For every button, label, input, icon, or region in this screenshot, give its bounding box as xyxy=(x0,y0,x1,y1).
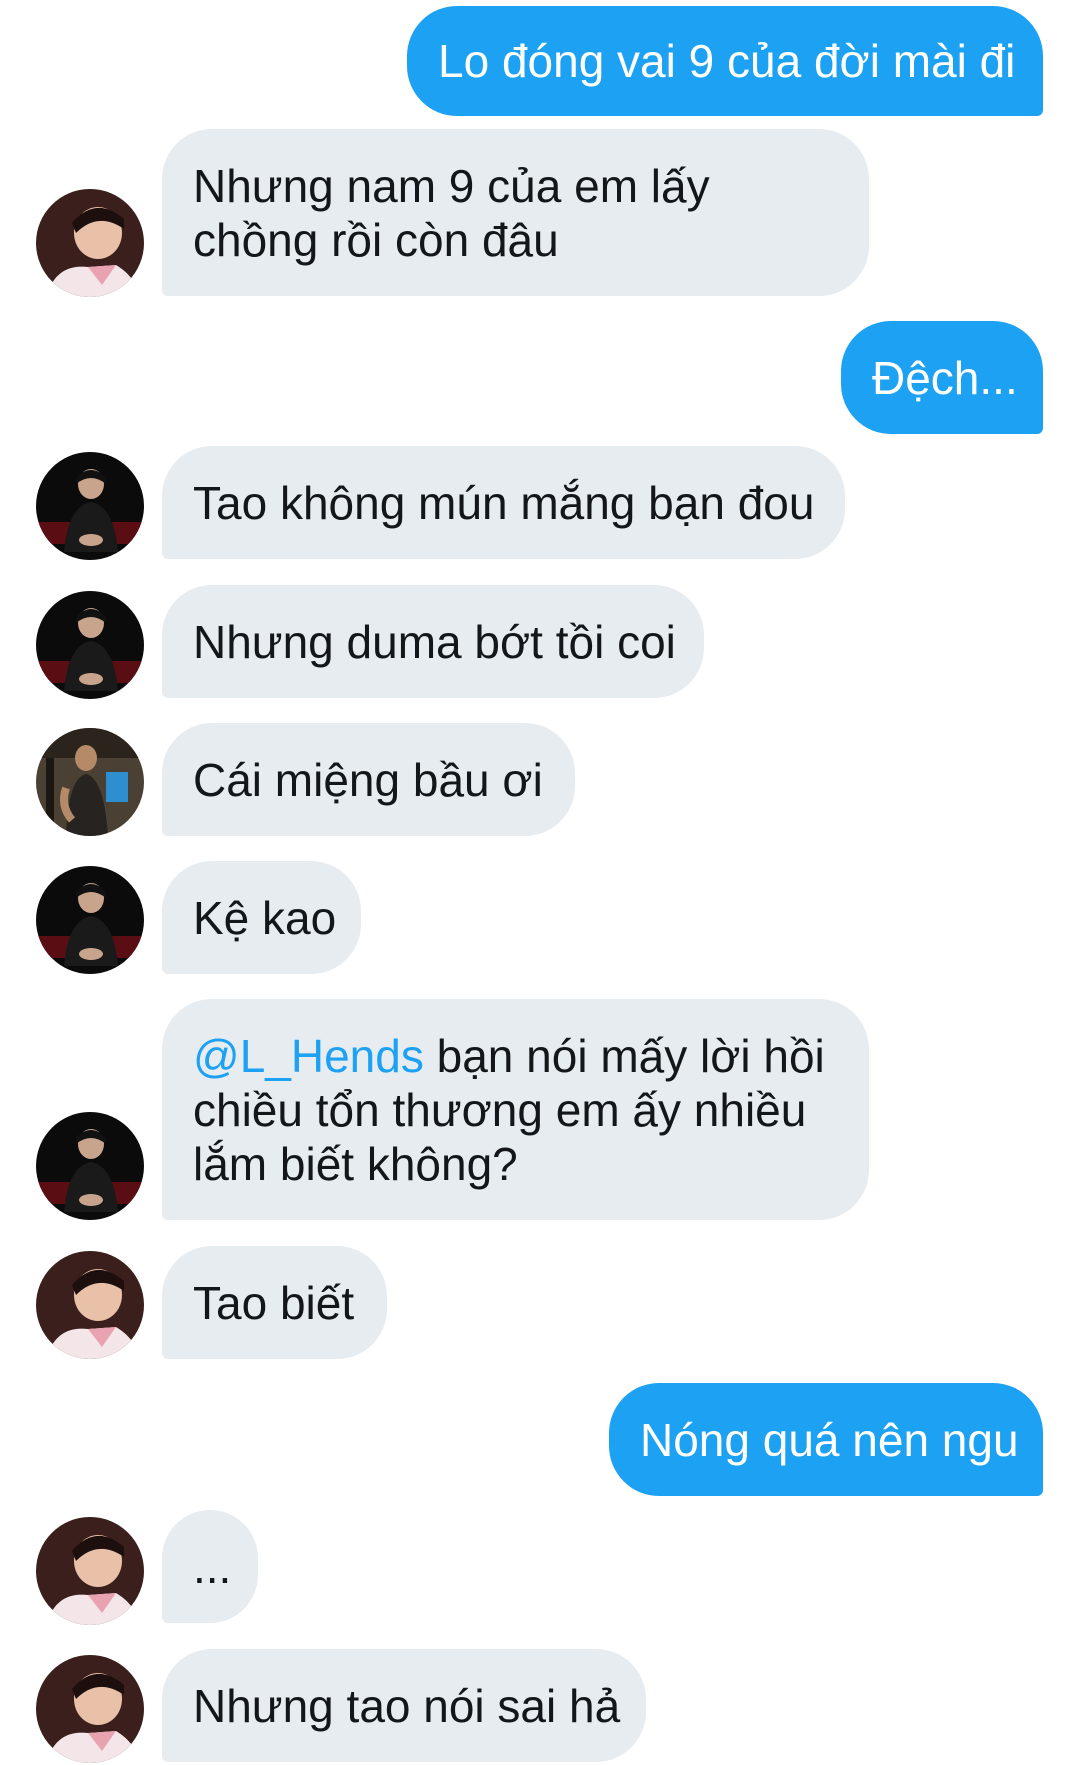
message-text: Kệ kao xyxy=(193,891,337,944)
message-text: ... xyxy=(193,1540,232,1593)
message-text: Lo đóng vai 9 của đời mài đi xyxy=(438,35,1016,87)
message-text: Nóng quá nên ngu xyxy=(640,1413,1019,1466)
incoming-message[interactable]: Kệ kao xyxy=(162,861,361,974)
message-text: Tao biết xyxy=(193,1276,355,1329)
avatar-icon[interactable] xyxy=(36,452,144,560)
incoming-message[interactable]: @L_Hends bạn nói mấy lời hồi chiều tổn t… xyxy=(162,999,869,1220)
incoming-message[interactable]: Nhưng tao nói sai hả xyxy=(162,1649,646,1762)
avatar-pink-image xyxy=(36,1251,144,1359)
incoming-message[interactable]: Tao biết xyxy=(162,1246,387,1359)
avatar-pink-image xyxy=(36,1655,144,1763)
avatar-gym-image xyxy=(36,728,144,836)
message-text: Nhưng nam 9 của em lấy chồng rồi còn đâu xyxy=(193,160,710,266)
avatar-pink-image xyxy=(36,189,144,297)
incoming-message[interactable]: ... xyxy=(162,1510,258,1623)
avatar-icon[interactable] xyxy=(36,1655,144,1763)
avatar-icon[interactable] xyxy=(36,728,144,836)
incoming-message[interactable]: Nhưng duma bớt tồi coi xyxy=(162,585,704,698)
mention-link[interactable]: @L_Hends xyxy=(193,1030,424,1082)
avatar-dark-image xyxy=(36,866,144,974)
outgoing-message[interactable]: Đệch... xyxy=(841,321,1043,434)
incoming-message[interactable]: Cái miệng bầu ơi xyxy=(162,723,575,836)
message-text: Tao không mún mắng bạn đou xyxy=(193,476,815,529)
avatar-icon[interactable] xyxy=(36,591,144,699)
avatar-icon[interactable] xyxy=(36,1251,144,1359)
message-text: @L_Hends bạn nói mấy lời hồi chiều tổn t… xyxy=(193,1029,839,1191)
outgoing-message[interactable]: Nóng quá nên ngu xyxy=(609,1383,1043,1496)
avatar-icon[interactable] xyxy=(36,866,144,974)
avatar-dark-image xyxy=(36,1112,144,1220)
message-text: Nhưng duma bớt tồi coi xyxy=(193,615,676,668)
avatar-icon[interactable] xyxy=(36,1517,144,1625)
avatar-dark-image xyxy=(36,452,144,560)
avatar-dark-image xyxy=(36,591,144,699)
avatar-icon[interactable] xyxy=(36,189,144,297)
avatar-pink-image xyxy=(36,1517,144,1625)
incoming-message[interactable]: Tao không mún mắng bạn đou xyxy=(162,446,845,559)
avatar-icon[interactable] xyxy=(36,1112,144,1220)
message-text: Cái miệng bầu ơi xyxy=(193,753,543,806)
incoming-message[interactable]: Nhưng nam 9 của em lấy chồng rồi còn đâu xyxy=(162,129,869,296)
message-text: Nhưng tao nói sai hả xyxy=(193,1679,621,1732)
message-text: Đệch... xyxy=(872,351,1018,404)
outgoing-message[interactable]: Lo đóng vai 9 của đời mài đi xyxy=(407,6,1043,116)
